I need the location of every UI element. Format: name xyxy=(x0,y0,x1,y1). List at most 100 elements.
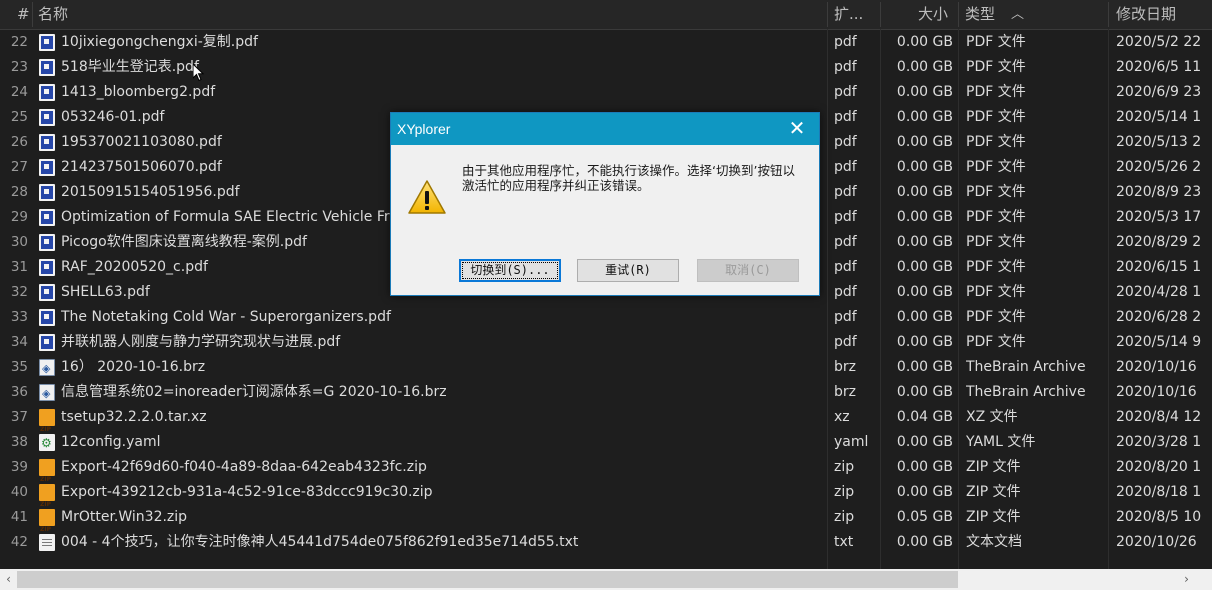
pdf-file-icon xyxy=(39,309,55,326)
table-row[interactable]: 42 004 - 4个技巧，让你专注时像神人45441d754de075f862f… xyxy=(0,530,1212,555)
file-name: 10jixiegongchengxi-复制.pdf xyxy=(61,34,258,50)
file-size: 0.00 GB xyxy=(896,359,953,375)
file-modified-date: 2020/6/9 23 xyxy=(1116,84,1202,100)
yaml-file-icon xyxy=(39,431,55,456)
file-name: tsetup32.2.2.0.tar.xz xyxy=(61,409,207,425)
table-row[interactable]: 39 Export-42f69d60-f040-4a89-8daa-642eab4… xyxy=(0,455,1212,492)
pdf-file-icon xyxy=(39,109,55,126)
file-type: TheBrain Archive xyxy=(966,359,1086,375)
file-modified-date: 2020/5/26 2 xyxy=(1116,159,1202,175)
file-size: 0.00 GB xyxy=(896,34,953,50)
file-name: The Notetaking Cold War - Superorganizer… xyxy=(61,309,391,325)
file-type: PDF 文件 xyxy=(966,234,1026,250)
file-extension: pdf xyxy=(834,234,857,250)
scroll-left-arrow-icon[interactable]: ‹ xyxy=(0,569,17,590)
file-name: 1413_bloomberg2.pdf xyxy=(61,84,216,100)
file-modified-date: 2020/6/28 2 xyxy=(1116,309,1202,325)
row-number: 42 xyxy=(10,534,28,550)
file-extension: pdf xyxy=(834,59,857,75)
file-name: 信息管理系统02=inoreader订阅源体系=G 2020-10-16.brz xyxy=(61,384,447,400)
column-extension[interactable]: 扩... xyxy=(834,0,863,29)
file-modified-date: 2020/3/28 1 xyxy=(1116,434,1202,450)
file-modified-date: 2020/10/26 xyxy=(1116,534,1197,550)
scrollbar-thumb[interactable] xyxy=(17,571,958,588)
table-row[interactable]: 22 10jixiegongchengxi-复制.pdf pdf 0.00 GB PDF… xyxy=(0,30,1212,55)
file-name: Export-42f69d60-f040-4a89-8daa-642eab432… xyxy=(61,459,427,475)
sort-ascending-icon: ︿ xyxy=(1011,7,1025,22)
file-extension: zip xyxy=(834,459,855,475)
table-row[interactable]: 24 1413_bloomberg2.pdf pdf 0.00 GB PDF 文件 202… xyxy=(0,80,1212,105)
column-separator[interactable] xyxy=(32,2,33,27)
file-size: 0.00 GB xyxy=(896,209,953,225)
row-number: 36 xyxy=(10,384,28,400)
file-type: PDF 文件 xyxy=(966,334,1026,350)
column-separator[interactable] xyxy=(880,2,881,27)
file-extension: pdf xyxy=(834,184,857,200)
file-size: 0.00 GB xyxy=(896,134,953,150)
column-separator[interactable] xyxy=(958,2,959,27)
file-size: 0.00 GB xyxy=(896,84,953,100)
table-row[interactable]: 33 The Notetaking Cold War - Superorganiz… xyxy=(0,305,1212,330)
table-row[interactable]: 36 信息管理系统02=inoreader订阅源体系=G 2020-10-16.b… xyxy=(0,380,1212,406)
file-type: PDF 文件 xyxy=(966,134,1026,150)
zip-file-icon xyxy=(39,484,55,517)
brz-file-icon xyxy=(39,381,55,406)
row-number: 39 xyxy=(10,459,28,475)
row-number: 32 xyxy=(10,284,28,300)
pdf-file-icon xyxy=(39,59,55,76)
table-row[interactable]: 41 MrOtter.Win32.zip zip 0.05 GB ZIP 文件 2020/… xyxy=(0,505,1212,542)
file-modified-date: 2020/6/15 1 xyxy=(1116,259,1202,275)
dialog-title-bar[interactable]: XYplorer ✕ xyxy=(391,113,819,145)
row-number: 40 xyxy=(10,484,28,500)
column-number[interactable]: # xyxy=(17,0,30,29)
row-number: 25 xyxy=(10,109,28,125)
file-extension: pdf xyxy=(834,284,857,300)
file-extension: pdf xyxy=(834,259,857,275)
scroll-right-arrow-icon[interactable]: › xyxy=(1178,569,1195,590)
column-size[interactable]: 大小 xyxy=(918,0,948,29)
table-row[interactable]: 40 Export-439212cb-931a-4c52-91ce-83dccc9… xyxy=(0,480,1212,517)
pdf-file-icon xyxy=(39,184,55,201)
dialog-title: XYplorer xyxy=(397,121,451,137)
column-separator[interactable] xyxy=(1108,2,1109,27)
file-modified-date: 2020/4/28 1 xyxy=(1116,284,1202,300)
pdf-file-icon xyxy=(39,209,55,226)
row-number: 26 xyxy=(10,134,28,150)
row-number: 41 xyxy=(10,509,28,525)
column-type[interactable]: 类型 xyxy=(965,0,995,29)
file-modified-date: 2020/5/3 17 xyxy=(1116,209,1202,225)
table-row[interactable]: 23 518毕业生登记表.pdf pdf 0.00 GB PDF 文件 2020/6/5 … xyxy=(0,55,1212,80)
file-type: ZIP 文件 xyxy=(966,484,1021,500)
file-type: PDF 文件 xyxy=(966,259,1026,275)
column-separator[interactable] xyxy=(827,2,828,27)
table-row[interactable]: 34 并联机器人刚度与静力学研究现状与进展.pdf pdf 0.00 GB PDF 文件… xyxy=(0,330,1212,355)
txt-file-icon xyxy=(39,534,55,551)
file-size: 0.00 GB xyxy=(896,259,953,275)
table-row[interactable]: 38 12config.yaml yaml 0.00 GB YAML 文件 2020/3/… xyxy=(0,430,1212,456)
file-size: 0.00 GB xyxy=(896,334,953,350)
horizontal-scrollbar[interactable]: ‹ › xyxy=(0,569,1212,590)
table-row[interactable]: 35 16） 2020-10-16.brz brz 0.00 GB TheBrain A… xyxy=(0,355,1212,381)
file-type: PDF 文件 xyxy=(966,284,1026,300)
file-modified-date: 2020/8/29 2 xyxy=(1116,234,1202,250)
column-name[interactable]: 名称 xyxy=(38,0,68,29)
row-number: 29 xyxy=(10,209,28,225)
file-type: PDF 文件 xyxy=(966,84,1026,100)
file-type: YAML 文件 xyxy=(966,434,1036,450)
file-name: 518毕业生登记表.pdf xyxy=(61,59,199,75)
pdf-file-icon xyxy=(39,134,55,151)
file-extension: pdf xyxy=(834,134,857,150)
close-icon[interactable]: ✕ xyxy=(775,113,819,145)
table-row[interactable]: 37 tsetup32.2.2.0.tar.xz xz 0.04 GB XZ 文件 202… xyxy=(0,405,1212,442)
pdf-file-icon xyxy=(39,259,55,276)
retry-button[interactable]: 重试(R) xyxy=(577,259,679,282)
row-number: 35 xyxy=(10,359,28,375)
row-number: 22 xyxy=(10,34,28,50)
file-extension: zip xyxy=(834,484,855,500)
file-size: 0.00 GB xyxy=(896,284,953,300)
file-modified-date: 2020/6/5 11 xyxy=(1116,59,1202,75)
file-modified-date: 2020/10/16 xyxy=(1116,359,1197,375)
file-type: ZIP 文件 xyxy=(966,509,1021,525)
switch-to-button[interactable]: 切换到(S)... xyxy=(459,259,561,282)
column-modified-date[interactable]: 修改日期 xyxy=(1116,0,1176,29)
